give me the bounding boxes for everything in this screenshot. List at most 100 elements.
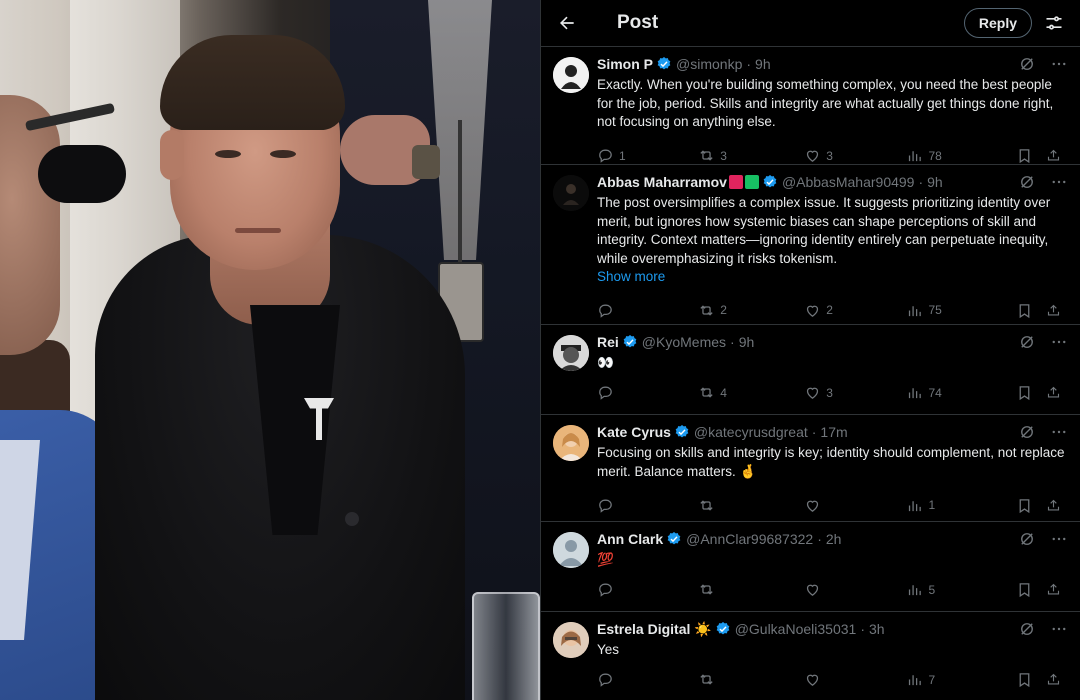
more-options-icon[interactable] — [1050, 55, 1068, 73]
views-action[interactable]: 7 — [906, 671, 1016, 688]
views-action[interactable]: 75 — [906, 302, 1016, 319]
views-action[interactable]: 78 — [906, 147, 1016, 164]
share-icon[interactable] — [1046, 581, 1066, 598]
like-action[interactable]: 3 — [804, 147, 906, 164]
flag-emoji — [727, 174, 759, 190]
bookmark-icon[interactable] — [1016, 302, 1044, 319]
author-name[interactable]: Rei — [597, 334, 619, 350]
heart-icon — [807, 500, 819, 512]
more-options-icon[interactable] — [1050, 333, 1068, 351]
bookmark-icon[interactable] — [1016, 671, 1044, 688]
repost-icon — [700, 674, 713, 685]
verified-badge-icon — [622, 334, 638, 350]
grok-icon[interactable] — [1018, 55, 1036, 73]
share-icon[interactable] — [1046, 147, 1066, 164]
grok-icon[interactable] — [1018, 620, 1036, 638]
comment-icon — [599, 673, 612, 687]
timestamp[interactable]: 9h — [739, 334, 755, 350]
heart-icon — [807, 674, 819, 686]
repost-action[interactable]: 3 — [698, 147, 804, 164]
repost-icon — [700, 387, 713, 398]
bookmark-icon[interactable] — [1016, 497, 1044, 514]
reply-action[interactable] — [597, 302, 698, 319]
sliders-icon[interactable] — [1042, 11, 1066, 35]
grok-icon[interactable] — [1018, 173, 1036, 191]
reply-action[interactable] — [597, 384, 698, 401]
avatar[interactable] — [553, 425, 589, 461]
analytics-icon — [909, 675, 922, 686]
timestamp[interactable]: 3h — [869, 621, 885, 637]
author-handle[interactable]: @AbbasMahar90499 — [782, 174, 915, 190]
more-options-icon[interactable] — [1050, 620, 1068, 638]
repost-action[interactable] — [698, 581, 804, 598]
reply-text: Focusing on skills and integrity is key;… — [597, 445, 1065, 479]
author-name[interactable]: Estrela Digital ☀️ — [597, 621, 712, 638]
share-icon[interactable] — [1046, 384, 1066, 401]
views-action[interactable]: 74 — [906, 384, 1016, 401]
reply-item[interactable]: Abbas Maharramov @AbbasMahar90499 · 9h T… — [541, 165, 1080, 325]
repost-action[interactable]: 2 — [698, 302, 804, 319]
like-action[interactable]: 3 — [804, 384, 906, 401]
avatar[interactable] — [553, 57, 589, 93]
news-photo — [0, 0, 540, 700]
grok-icon[interactable] — [1018, 333, 1036, 351]
more-options-icon[interactable] — [1050, 530, 1068, 548]
analytics-icon — [909, 305, 922, 316]
author-handle[interactable]: @KyoMemes — [642, 334, 726, 350]
bookmark-icon[interactable] — [1016, 384, 1044, 401]
like-action[interactable]: 2 — [804, 302, 906, 319]
heart-icon — [807, 584, 819, 596]
timestamp[interactable]: 9h — [755, 56, 771, 72]
author-handle[interactable]: @simonkp — [676, 56, 742, 72]
grok-icon[interactable] — [1018, 530, 1036, 548]
like-action[interactable] — [804, 581, 906, 598]
reply-item[interactable]: Estrela Digital ☀️ @GulkaNoeli35031 · 3h… — [541, 612, 1080, 700]
analytics-icon — [909, 500, 922, 511]
reply-text: 💯 — [597, 552, 614, 567]
more-options-icon[interactable] — [1050, 173, 1068, 191]
author-name[interactable]: Kate Cyrus — [597, 424, 671, 440]
avatar[interactable] — [553, 335, 589, 371]
share-icon[interactable] — [1046, 302, 1066, 319]
timestamp[interactable]: 9h — [927, 174, 943, 190]
more-options-icon[interactable] — [1050, 423, 1068, 441]
heart-icon — [807, 387, 819, 399]
author-name[interactable]: Abbas Maharramov — [597, 174, 727, 190]
reply-action[interactable] — [597, 497, 698, 514]
like-action[interactable] — [804, 497, 906, 514]
reply-action[interactable] — [597, 581, 698, 598]
author-handle[interactable]: @AnnClar99687322 — [686, 531, 813, 547]
bookmark-icon[interactable] — [1016, 581, 1044, 598]
share-icon[interactable] — [1046, 671, 1066, 688]
repost-action[interactable] — [698, 497, 804, 514]
repost-action[interactable]: 4 — [698, 384, 804, 401]
grok-icon[interactable] — [1018, 423, 1036, 441]
views-action[interactable]: 5 — [906, 581, 1016, 598]
back-arrow-icon[interactable] — [555, 11, 579, 35]
verified-badge-icon — [715, 621, 731, 637]
reply-action[interactable]: 1 — [597, 147, 698, 164]
timestamp[interactable]: 17m — [820, 424, 847, 440]
reply-text: Yes — [597, 642, 620, 657]
reply-item[interactable]: Kate Cyrus @katecyrusdgreat · 17m Focusi… — [541, 415, 1080, 522]
avatar[interactable] — [553, 622, 589, 658]
author-name[interactable]: Ann Clark — [597, 531, 663, 547]
bookmark-icon[interactable] — [1016, 147, 1044, 164]
reply-button[interactable]: Reply — [963, 8, 1032, 38]
reply-item[interactable]: Ann Clark @AnnClar99687322 · 2h 💯 5 — [541, 522, 1080, 612]
reply-item[interactable]: Rei @KyoMemes · 9h 👀 4 3 74 — [541, 325, 1080, 415]
views-action[interactable]: 1 — [906, 497, 1016, 514]
like-action[interactable] — [804, 671, 906, 688]
author-handle[interactable]: @katecyrusdgreat — [694, 424, 808, 440]
analytics-icon — [909, 585, 922, 596]
timestamp[interactable]: 2h — [826, 531, 842, 547]
reply-action[interactable] — [597, 671, 698, 688]
avatar[interactable] — [553, 532, 589, 568]
avatar[interactable] — [553, 175, 589, 211]
share-icon[interactable] — [1046, 497, 1066, 514]
show-more-link[interactable]: Show more — [597, 268, 1068, 286]
author-handle[interactable]: @GulkaNoeli35031 — [735, 621, 857, 637]
author-name[interactable]: Simon P — [597, 56, 653, 72]
repost-action[interactable] — [698, 671, 804, 688]
reply-item[interactable]: Simon P @simonkp · 9h Exactly. When you'… — [541, 47, 1080, 165]
